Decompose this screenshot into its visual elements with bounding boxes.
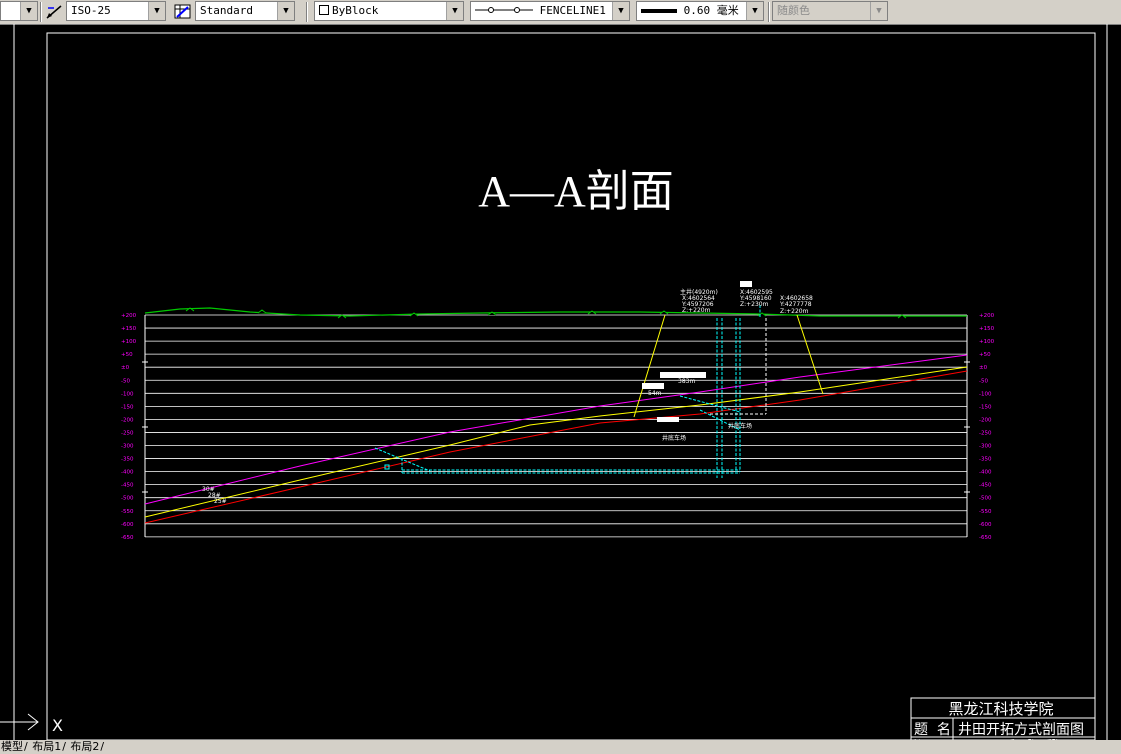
elev-label-left: -200 (121, 417, 134, 423)
elevation-grid: +200 +200 +150 +150 +100 +100 +50 +50 ±0 ±0 -50 -50… (121, 313, 995, 541)
elev-label-left: +50 (121, 352, 133, 358)
elev-label-right: -400 (979, 470, 992, 476)
elev-label-right: -250 (979, 430, 992, 436)
titleblock-school: 黑龙江科技学院 (948, 700, 1053, 718)
color-select[interactable]: ByBlock ▼ (314, 1, 464, 21)
elev-label-right: -300 (979, 444, 992, 450)
shaft3-line2: Y:4277778 (779, 301, 812, 308)
elev-label-right: -500 (979, 496, 992, 502)
coal-seam-magenta (144, 354, 968, 505)
elev-label-left: +150 (121, 326, 137, 332)
elev-label-right: -450 (979, 483, 992, 489)
title-block: 黑龙江科技学院 题 名 井田开拓方式剖面图 制图号号采矿采矿03—3 (910, 697, 1096, 740)
elev-label-right: -150 (979, 404, 992, 410)
elev-label-right: -350 (979, 457, 992, 463)
dimstyle-icon[interactable] (44, 2, 64, 21)
ucs-x-label: X (52, 716, 63, 735)
elev-label-right: +150 (979, 326, 995, 332)
coal-seam-red (144, 370, 968, 524)
elev-label-left: ±0 (121, 365, 130, 371)
layer-combo-tail[interactable]: ▼ (0, 1, 38, 21)
elev-label-left: -150 (121, 404, 134, 410)
elev-label-left: -450 (121, 483, 134, 489)
depth-label-2: 54m (648, 390, 662, 397)
tablestyle-select[interactable]: Standard ▼ (195, 1, 295, 21)
toolbar-separator (40, 2, 42, 22)
elev-label-left: -100 (121, 391, 134, 397)
properties-toolbar: ▼ ISO-25 ▼ Standard ▼ ByBlock ▼ FENCELINE1 ▼… (0, 0, 1121, 25)
elev-label-right: +200 (979, 313, 995, 319)
elev-label-right: ±0 (979, 365, 988, 371)
elev-label-right: -600 (979, 522, 992, 528)
elev-label-left: +200 (121, 313, 137, 319)
elev-label-left: -600 (121, 522, 134, 528)
toolbar-separator (768, 2, 770, 22)
seam-label-25: 25# (214, 498, 227, 505)
ucs-icon (0, 712, 39, 732)
layout-tabs: 模型/ 布局1/ 布局2/ (0, 740, 1121, 754)
elev-label-left: -500 (121, 496, 134, 502)
elev-label-left: +100 (121, 339, 137, 345)
elev-label-left: -350 (121, 457, 134, 463)
shaft1-line4: Z:+220m (682, 307, 711, 314)
titleblock-name-value: 井田开拓方式剖面图 (958, 722, 1084, 738)
station-label-1: 井底车场 (662, 434, 686, 442)
linetype-sample-icon (475, 2, 533, 20)
elev-label-left: -50 (121, 378, 130, 384)
tab-layout1[interactable]: 布局1 (31, 740, 62, 754)
elev-label-left: -300 (121, 444, 134, 450)
linetype-select[interactable]: FENCELINE1 ▼ (470, 1, 630, 21)
elev-label-left: -250 (121, 430, 134, 436)
drawing-canvas[interactable]: A—A剖面 +200 +200 +150 +150 +100 +100 +50 +50 ±0 ±0… (0, 24, 1121, 740)
elev-label-right: -100 (979, 391, 992, 397)
dimstyle-select[interactable]: ISO-25 ▼ (66, 1, 166, 21)
lineweight-sample-icon (641, 9, 677, 13)
elev-label-left: -400 (121, 470, 134, 476)
elev-label-right: -50 (979, 378, 988, 384)
elev-label-right: -200 (979, 417, 992, 423)
toolbar-separator (306, 2, 308, 22)
shaft3-line3: Z:+220m (780, 308, 809, 315)
station-label-2: 井底车场 (728, 422, 752, 430)
drawing-frame (13, 24, 1108, 740)
plotstyle-select: 随颜色 ▼ (772, 1, 888, 21)
shaft2-line3: Z:+230m (740, 301, 769, 308)
tablestyle-icon[interactable] (173, 2, 193, 21)
tab-model[interactable]: 模型 (0, 740, 24, 754)
elev-label-right: -650 (979, 535, 992, 541)
elev-label-left: -550 (121, 509, 134, 515)
depth-label-1: 383m (678, 378, 695, 385)
elev-label-right: +50 (979, 352, 991, 358)
grid-frame (144, 315, 968, 537)
elev-label-left: -650 (121, 535, 134, 541)
elev-label-right: -550 (979, 509, 992, 515)
tab-layout2[interactable]: 布局2 (69, 740, 100, 754)
color-swatch-icon (319, 5, 329, 15)
elev-label-right: +100 (979, 339, 995, 345)
titleblock-name-label: 题 名 (914, 722, 951, 738)
lineweight-select[interactable]: 0.60 毫米 ▼ (636, 1, 764, 21)
section-title: A—A剖面 (478, 167, 674, 216)
